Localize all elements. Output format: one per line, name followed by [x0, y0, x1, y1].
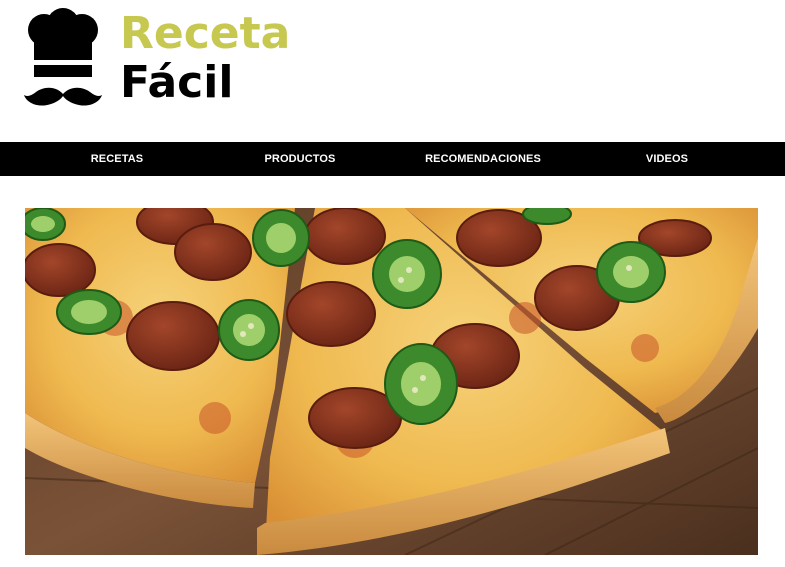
nav-item-recomendaciones[interactable]: RECOMENDACIONES	[418, 142, 548, 176]
logo-title-line1: Receta	[120, 8, 291, 59]
main-nav: RECETAS PRODUCTOS RECOMENDACIONES VIDEOS	[0, 142, 785, 176]
chef-hat-mustache-icon	[24, 8, 102, 106]
nav-item-recetas[interactable]: RECETAS	[72, 142, 162, 176]
hero-image[interactable]	[25, 208, 758, 555]
nav-item-videos[interactable]: VIDEOS	[622, 142, 712, 176]
nav-item-productos[interactable]: PRODUCTOS	[250, 142, 350, 176]
logo-title-line2: Fácil	[120, 57, 234, 108]
site-logo[interactable]: Receta Fácil	[24, 8, 290, 112]
pizza-photo	[25, 208, 758, 555]
